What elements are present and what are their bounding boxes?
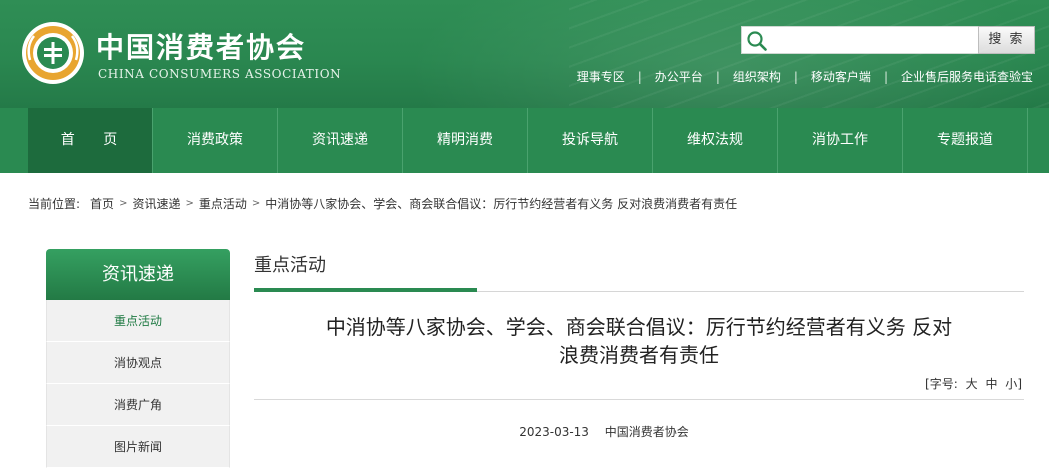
top-link-organization[interactable]: 组织架构 bbox=[733, 68, 781, 85]
search-box bbox=[741, 26, 979, 54]
font-size-small[interactable]: 小 bbox=[1005, 377, 1017, 391]
article-title-line-1: 中消协等八家协会、学会、商会联合倡议：厉行节约经营者有义务 反对 bbox=[325, 315, 953, 339]
breadcrumb-home[interactable]: 首页 bbox=[90, 195, 114, 212]
nav-item-complaint-guide[interactable]: 投诉导航 bbox=[528, 108, 653, 173]
nav-item-association-work[interactable]: 消协工作 bbox=[778, 108, 903, 173]
search-icon bbox=[747, 31, 767, 51]
section-divider bbox=[254, 288, 1024, 292]
site-name: 中国消费者协会 bbox=[96, 31, 307, 64]
sidebar-item-consumer-angle[interactable]: 消费广角 bbox=[46, 384, 230, 426]
meta-divider bbox=[254, 399, 1024, 400]
breadcrumb-key-activities[interactable]: 重点活动 bbox=[199, 195, 247, 212]
search-button[interactable]: 搜 索 bbox=[978, 26, 1035, 54]
article-title: 中消协等八家协会、学会、商会联合倡议：厉行节约经营者有义务 反对 浪费消费者有责… bbox=[254, 313, 1024, 369]
sidebar-title: 资讯速递 bbox=[46, 249, 230, 300]
font-size-large[interactable]: 大 bbox=[966, 377, 978, 391]
section-title: 重点活动 bbox=[254, 255, 326, 276]
article-title-line-2: 浪费消费者有责任 bbox=[559, 343, 719, 367]
breadcrumb-separator: > bbox=[251, 198, 261, 209]
top-link-council[interactable]: 理事专区 bbox=[577, 68, 625, 85]
breadcrumb-label: 当前位置: bbox=[28, 197, 81, 211]
nav-item-home[interactable]: 首 页 bbox=[28, 108, 153, 173]
cca-logo-icon[interactable] bbox=[20, 20, 86, 86]
breadcrumb-news[interactable]: 资讯速递 bbox=[132, 195, 180, 212]
site-header: 中国消费者协会 CHINA CONSUMERS ASSOCIATION 搜 索 … bbox=[0, 0, 1049, 108]
divider: | bbox=[883, 69, 888, 84]
sidebar-item-key-activities[interactable]: 重点活动 bbox=[46, 300, 230, 342]
nav-item-rights-law[interactable]: 维权法规 bbox=[653, 108, 778, 173]
font-size-medium[interactable]: 中 bbox=[985, 377, 997, 391]
article-date: 2023-03-13 bbox=[519, 425, 589, 439]
nav-item-consumer-policy[interactable]: 消费政策 bbox=[153, 108, 278, 173]
search-input[interactable] bbox=[772, 30, 972, 50]
sidebar-item-photo-news[interactable]: 图片新闻 bbox=[46, 426, 230, 468]
top-link-office[interactable]: 办公平台 bbox=[655, 68, 703, 85]
breadcrumb: 当前位置: 首页 > 资讯速递 > 重点活动 > 中消协等八家协会、学会、商会联… bbox=[28, 195, 737, 212]
top-link-service-lookup[interactable]: 企业售后服务电话查验宝 bbox=[901, 68, 1033, 85]
main-nav: 首 页 消费政策 资讯速递 精明消费 投诉导航 维权法规 消协工作 专题报道 bbox=[0, 108, 1049, 173]
font-size-label: [字号: bbox=[925, 377, 958, 391]
divider: | bbox=[793, 69, 798, 84]
nav-item-smart-consumption[interactable]: 精明消费 bbox=[403, 108, 528, 173]
breadcrumb-separator: > bbox=[119, 198, 128, 209]
article-source: 中国消费者协会 bbox=[604, 425, 689, 439]
divider: | bbox=[637, 69, 642, 84]
font-size-control: [字号: 大 中 小] bbox=[254, 375, 1024, 392]
top-link-mobile-client[interactable]: 移动客户端 bbox=[811, 68, 871, 85]
breadcrumb-separator: > bbox=[185, 198, 194, 209]
article-meta: 2023-03-13 中国消费者协会 bbox=[254, 423, 1024, 440]
nav-item-special-reports[interactable]: 专题报道 bbox=[903, 108, 1028, 173]
sidebar-item-viewpoints[interactable]: 消协观点 bbox=[46, 342, 230, 384]
main-content: 重点活动 中消协等八家协会、学会、商会联合倡议：厉行节约经营者有义务 反对 浪费… bbox=[254, 249, 1024, 440]
top-links: 理事专区 | 办公平台 | 组织架构 | 移动客户端 | 企业售后服务电话查验宝 bbox=[577, 68, 1033, 85]
sidebar: 资讯速递 重点活动 消协观点 消费广角 图片新闻 bbox=[46, 249, 230, 468]
divider: | bbox=[715, 69, 720, 84]
nav-item-news[interactable]: 资讯速递 bbox=[278, 108, 403, 173]
font-size-close: ] bbox=[1017, 377, 1022, 391]
site-name-english: CHINA CONSUMERS ASSOCIATION bbox=[98, 67, 342, 81]
breadcrumb-current: 中消协等八家协会、学会、商会联合倡议：厉行节约经营者有义务 反对浪费消费者有责任 bbox=[265, 197, 738, 211]
